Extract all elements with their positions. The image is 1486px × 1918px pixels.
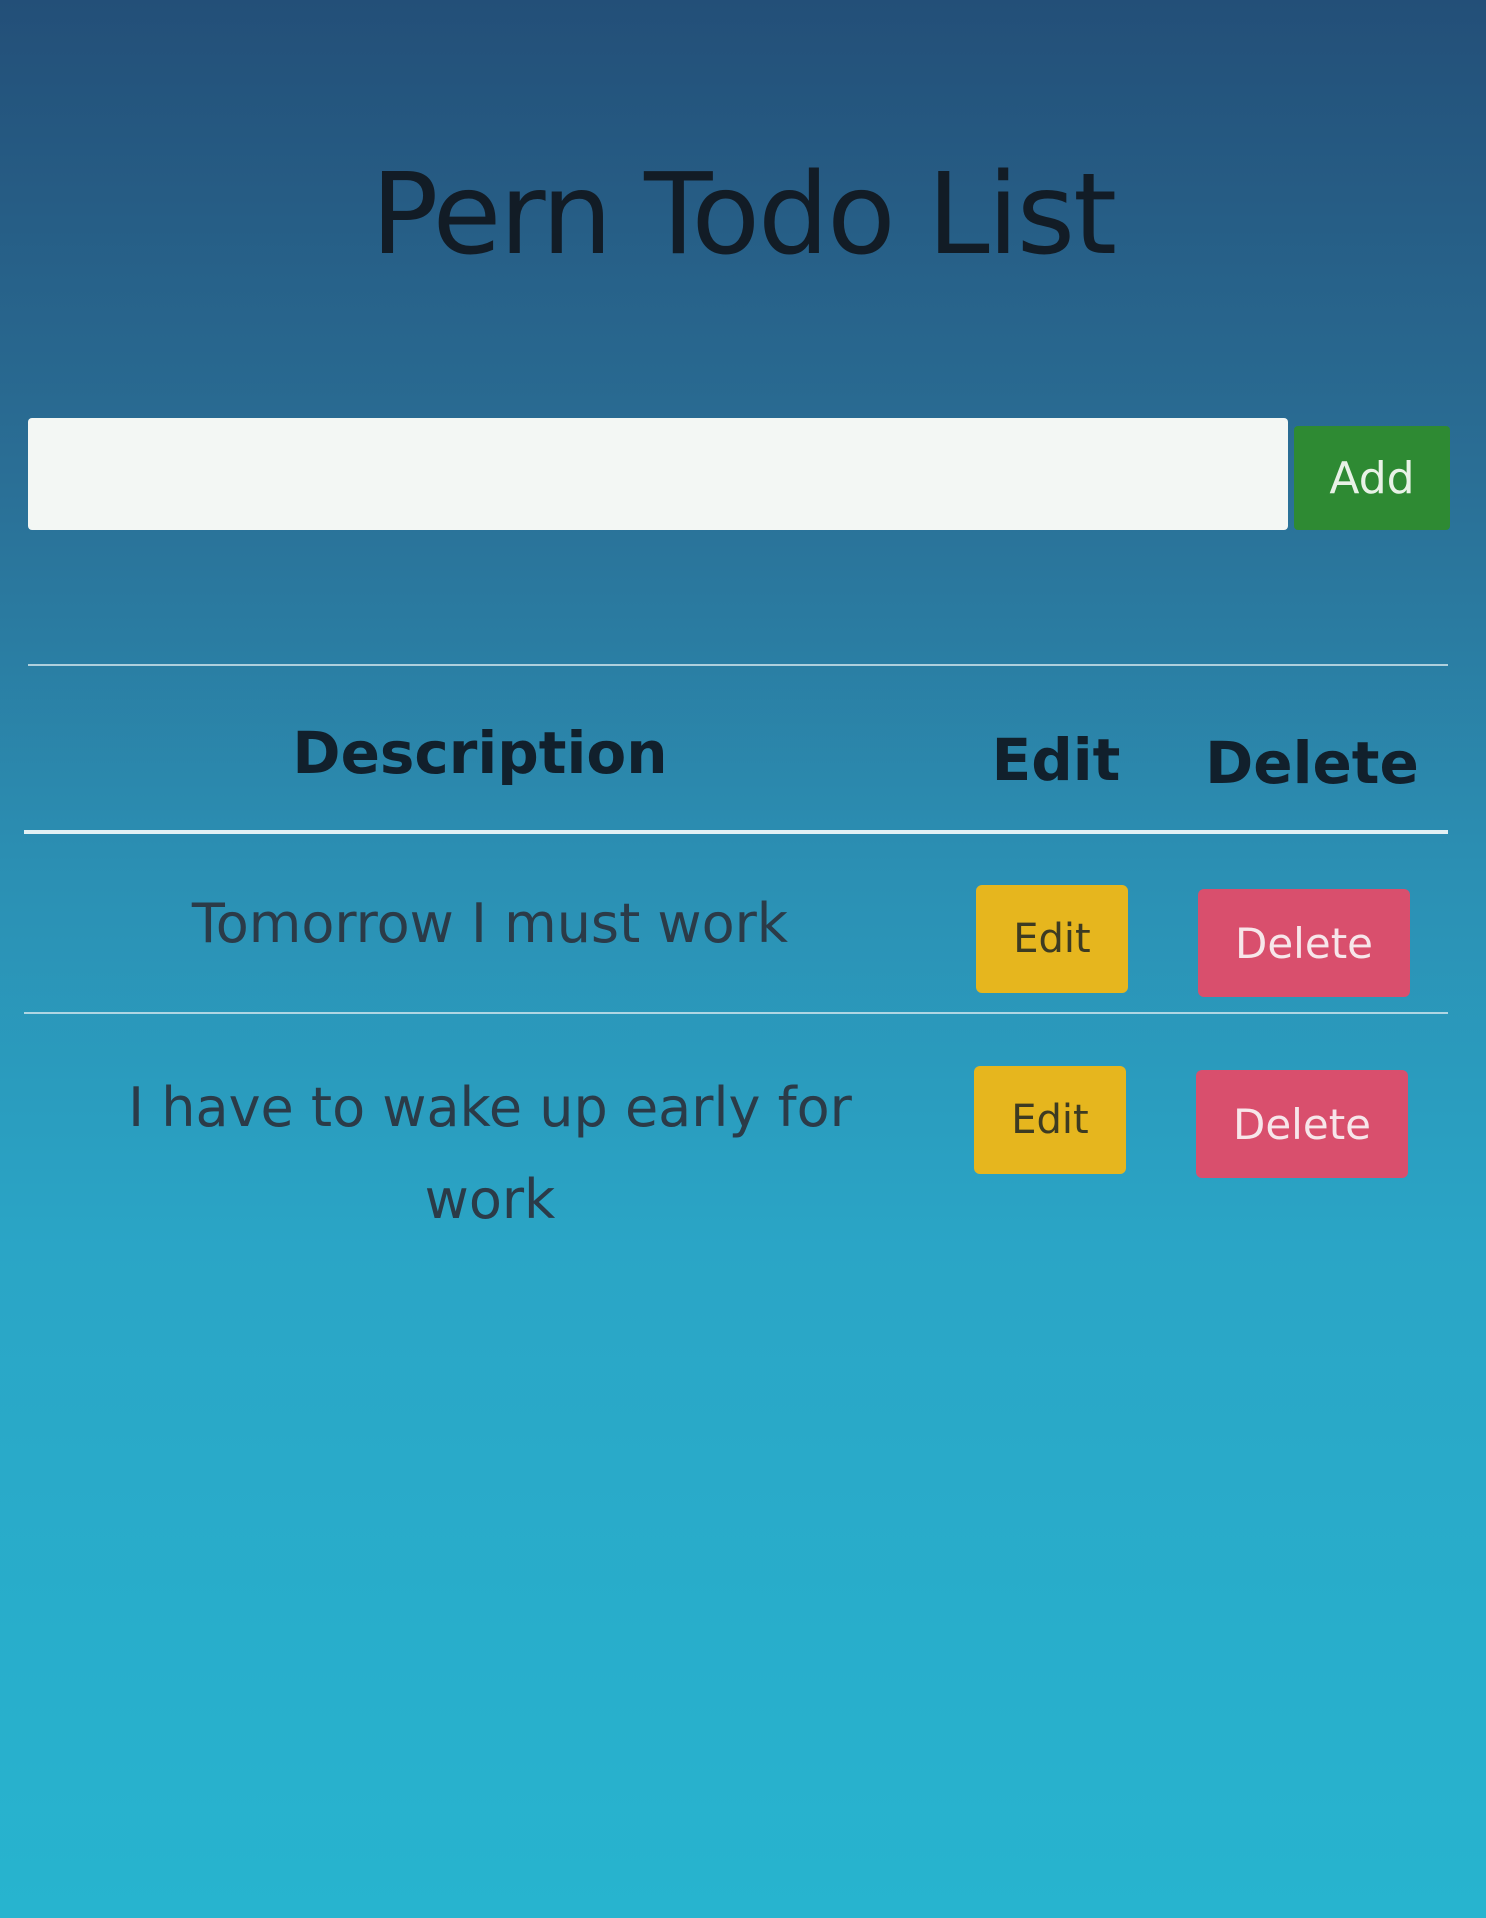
edit-button[interactable]: Edit [976, 885, 1128, 993]
add-todo-form: Add [28, 418, 1454, 530]
header-edit: Edit [991, 726, 1121, 794]
table-top-divider [28, 664, 1448, 666]
edit-button[interactable]: Edit [974, 1066, 1126, 1174]
page-title: Pern Todo List [370, 150, 1117, 280]
todo-page: Pern Todo List Add Description Edit Dele… [0, 0, 1486, 1918]
header-delete: Delete [1205, 729, 1419, 797]
add-button[interactable]: Add [1294, 426, 1450, 530]
todo-description: I have to wake up early for work [128, 1076, 852, 1231]
todo-description: Tomorrow I must work [191, 892, 789, 955]
todo-input[interactable] [28, 418, 1288, 530]
header-divider [24, 830, 1448, 834]
row-divider [24, 1012, 1448, 1014]
header-description: Description [292, 719, 668, 787]
delete-button[interactable]: Delete [1196, 1070, 1408, 1178]
delete-button[interactable]: Delete [1198, 889, 1410, 997]
